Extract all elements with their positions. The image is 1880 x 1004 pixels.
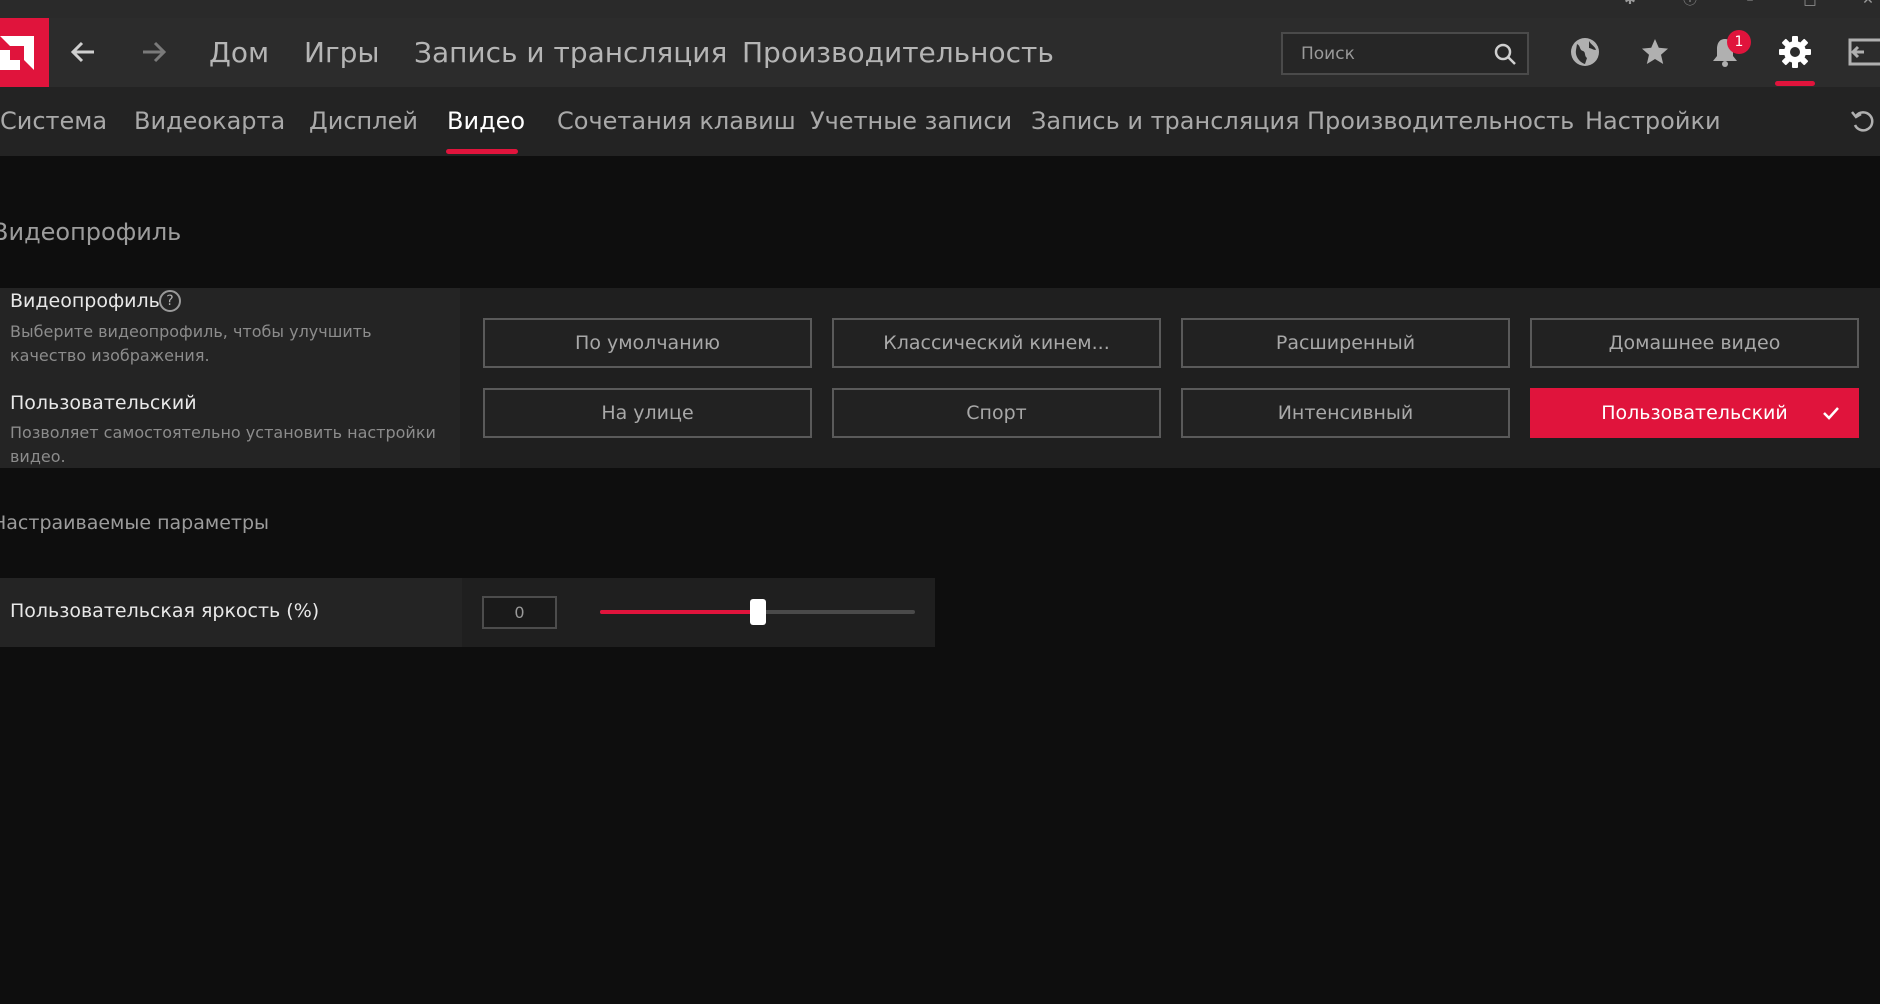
brightness-slider-thumb[interactable] — [749, 599, 766, 625]
tab-accounts[interactable]: Учетные записи — [810, 87, 1012, 156]
brightness-info: Пользовательская яркость (%) — [0, 578, 462, 647]
brightness-label: Пользовательская яркость (%) — [10, 600, 320, 622]
search-icon[interactable] — [1493, 42, 1517, 66]
video-profile-description: Выберите видеопрофиль, чтобы улучшить ка… — [10, 322, 372, 365]
nav-home[interactable]: Дом — [209, 18, 269, 87]
selected-profile-label: Пользовательский — [10, 392, 197, 414]
search-input[interactable] — [1283, 34, 1483, 73]
profile-enhanced-button[interactable]: Расширенный — [1181, 318, 1510, 368]
help-icon[interactable]: ? — [159, 290, 181, 312]
reset-icon[interactable] — [1850, 109, 1876, 135]
info-icon[interactable]: ⓘ — [1680, 0, 1700, 8]
tab-video[interactable]: Видео — [447, 87, 525, 156]
profile-default-button[interactable]: По умолчанию — [483, 318, 812, 368]
tab-performance[interactable]: Производительность — [1307, 87, 1574, 156]
tab-preferences[interactable]: Настройки — [1585, 87, 1721, 156]
profile-sport-button[interactable]: Спорт — [832, 388, 1161, 438]
profile-custom-button[interactable]: Пользовательский — [1530, 388, 1859, 438]
settings-active-indicator — [1775, 81, 1815, 86]
video-profile-label: Видеопрофиль — [10, 290, 160, 312]
globe-icon — [1571, 38, 1599, 66]
active-tab-indicator — [446, 149, 518, 154]
selected-profile-description: Позволяет самостоятельно установить наст… — [10, 423, 436, 466]
custom-params-section-title: Настраиваемые параметры — [0, 512, 270, 534]
checkmark-icon — [1823, 407, 1839, 420]
tab-system[interactable]: Система — [0, 87, 107, 156]
profile-vivid-button[interactable]: Интенсивный — [1181, 388, 1510, 438]
tab-hotkeys[interactable]: Сочетания клавиш — [557, 87, 796, 156]
video-profile-info: Видеопрофиль ? Выберите видеопрофиль, чт… — [0, 288, 460, 468]
panel-expand-icon — [1848, 38, 1880, 66]
title-bar: ✱ ⓘ – □ ✕ — [0, 0, 1880, 18]
tab-graphics-card[interactable]: Видеокарта — [134, 87, 285, 156]
nav-performance[interactable]: Производительность — [742, 18, 1054, 87]
sidebar-toggle-button[interactable] — [1845, 32, 1880, 72]
bug-icon[interactable]: ✱ — [1620, 0, 1640, 8]
arrow-right-icon — [143, 41, 167, 63]
settings-tabs: Система Видеокарта Дисплей Видео Сочетан… — [0, 87, 1880, 156]
gear-icon — [1779, 36, 1811, 68]
nav-record-stream[interactable]: Запись и трансляция — [414, 18, 727, 87]
amd-logo[interactable] — [0, 18, 49, 87]
profile-classic-cinema-button[interactable]: Классический кинем... — [832, 318, 1161, 368]
arrow-left-icon — [70, 41, 94, 63]
favorites-button[interactable] — [1635, 32, 1675, 72]
nav-games[interactable]: Игры — [304, 18, 380, 87]
profile-custom-label: Пользовательский — [1601, 402, 1788, 424]
settings-button[interactable] — [1775, 32, 1815, 72]
star-icon — [1642, 39, 1668, 64]
brightness-slider-fill — [600, 610, 758, 614]
globe-button[interactable] — [1565, 32, 1605, 72]
tab-display[interactable]: Дисплей — [309, 87, 418, 156]
close-icon[interactable]: ✕ — [1858, 0, 1878, 8]
notification-badge: 1 — [1727, 30, 1751, 54]
forward-button[interactable] — [137, 35, 171, 69]
top-nav: Дом Игры Запись и трансляция Производите… — [0, 18, 1880, 87]
video-profile-section-title: Видеопрофиль — [0, 218, 182, 246]
profile-home-video-button[interactable]: Домашнее видео — [1530, 318, 1859, 368]
minimize-icon[interactable]: – — [1740, 0, 1760, 8]
tab-record-stream[interactable]: Запись и трансляция — [1031, 87, 1300, 156]
back-button[interactable] — [66, 35, 100, 69]
maximize-icon[interactable]: □ — [1800, 0, 1820, 8]
amd-logo-icon — [0, 35, 34, 70]
profile-outdoor-button[interactable]: На улице — [483, 388, 812, 438]
search-box[interactable] — [1281, 32, 1529, 75]
brightness-value-input[interactable]: 0 — [482, 596, 557, 629]
